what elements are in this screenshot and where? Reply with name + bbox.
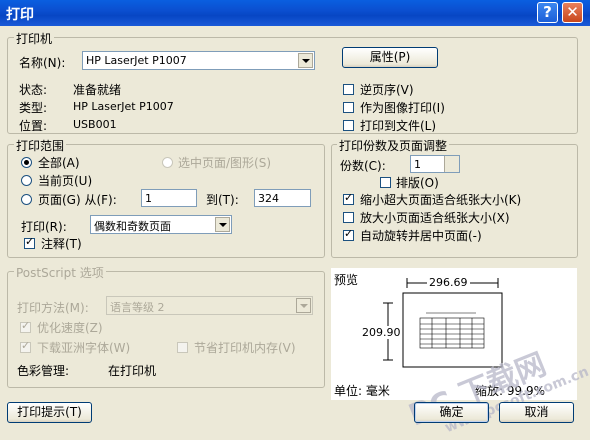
optimize-checkbox[interactable] <box>20 319 31 333</box>
print-method-select[interactable]: 语言等级 2 <box>106 296 313 315</box>
type-value: HP LaserJet P1007 <box>73 100 174 113</box>
chevron-down-icon <box>215 217 230 232</box>
properties-button[interactable]: 属性(P) <box>342 47 438 68</box>
print-method-label: 打印方法(M): <box>17 301 89 315</box>
spin-arrows-icon[interactable] <box>444 156 459 172</box>
collate-label: 排版(O) <box>396 176 439 190</box>
title-bar <box>0 0 590 26</box>
range-from-value: 1 <box>145 192 152 205</box>
print-tips-button[interactable]: 打印提示(T) <box>7 402 92 423</box>
printer-name-label: 名称(N): <box>19 56 66 70</box>
range-to-input[interactable]: 324 <box>254 189 311 207</box>
expand-label: 放大小页面适合纸张大小(X) <box>360 211 510 225</box>
location-value: USB001 <box>73 118 117 131</box>
print-as-image-label: 作为图像打印(I) <box>360 101 445 115</box>
status-label: 状态: <box>19 83 48 97</box>
download-fonts-label: 下载亚洲字体(W) <box>37 341 131 355</box>
reverse-order-label: 逆页序(V) <box>360 83 414 97</box>
cancel-button[interactable]: 取消 <box>499 402 574 423</box>
close-button[interactable]: ✕ <box>562 2 583 23</box>
printer-legend: 打印机 <box>14 30 55 47</box>
collate-checkbox[interactable] <box>380 177 391 188</box>
print-as-image-checkbox[interactable] <box>343 102 354 113</box>
page-outline <box>402 292 503 368</box>
copies-value: 1 <box>414 158 421 171</box>
copies-spinner[interactable]: 1 <box>410 155 460 173</box>
autorotate-checkbox[interactable] <box>343 227 354 241</box>
range-pages-radio[interactable] <box>21 194 32 205</box>
range-current-radio[interactable] <box>21 175 32 186</box>
shrink-label: 缩小超大页面适合纸张大小(K) <box>360 193 522 207</box>
range-selection-label: 选中页面/图形(S) <box>178 156 272 170</box>
range-to-label: 到(T): <box>206 193 239 207</box>
print-method-value: 语言等级 2 <box>110 301 165 314</box>
save-memory-checkbox[interactable] <box>177 342 188 353</box>
type-label: 类型: <box>19 101 48 115</box>
range-current-label: 当前页(U) <box>38 174 93 188</box>
range-from-input[interactable]: 1 <box>141 189 197 207</box>
reverse-order-checkbox[interactable] <box>343 84 354 95</box>
chevron-down-icon <box>296 298 311 313</box>
color-management-label: 色彩管理: <box>17 364 70 378</box>
color-management-value: 在打印机 <box>108 364 157 378</box>
preview-unit: 单位: 毫米 <box>334 384 390 398</box>
print-range-legend: 打印范围 <box>14 137 67 154</box>
window-title: 打印 <box>6 7 34 23</box>
comments-checkbox[interactable] <box>24 235 35 249</box>
save-memory-label: 节省打印机内存(V) <box>194 341 296 355</box>
preview-label: 预览 <box>334 273 359 287</box>
range-selection-radio[interactable] <box>162 157 173 168</box>
postscript-legend: PostScript 选项 <box>14 264 106 281</box>
range-pages-label: 页面(G) 从(F): <box>38 193 117 207</box>
copies-label: 份数(C): <box>340 159 386 173</box>
comments-label: 注释(T) <box>41 237 82 251</box>
print-to-file-label: 打印到文件(L) <box>360 119 437 133</box>
location-label: 位置: <box>19 119 48 133</box>
range-all-radio[interactable] <box>21 157 32 168</box>
preview-height: 209.90 <box>362 326 401 339</box>
print-subset-value: 偶数和奇数页面 <box>94 220 171 233</box>
chevron-down-icon <box>298 53 313 68</box>
printer-name-select[interactable]: HP LaserJet P1007 <box>82 51 315 70</box>
range-to-value: 324 <box>258 192 279 205</box>
preview-width: 296.69 <box>427 276 470 289</box>
autorotate-label: 自动旋转并居中页面(-) <box>360 229 482 243</box>
printer-name-value: HP LaserJet P1007 <box>86 54 187 67</box>
ok-button[interactable]: 确定 <box>414 402 489 423</box>
print-subset-label: 打印(R): <box>21 220 67 234</box>
shrink-checkbox[interactable] <box>343 191 354 205</box>
range-all-label: 全部(A) <box>38 156 80 170</box>
copies-legend: 打印份数及页面调整 <box>337 137 450 154</box>
optimize-label: 优化速度(Z) <box>37 321 103 335</box>
status-value: 准备就绪 <box>73 83 122 97</box>
print-subset-select[interactable]: 偶数和奇数页面 <box>90 215 232 234</box>
help-button[interactable]: ? <box>537 2 558 23</box>
expand-checkbox[interactable] <box>343 212 354 223</box>
download-fonts-checkbox[interactable] <box>20 339 31 353</box>
print-to-file-checkbox[interactable] <box>343 120 354 131</box>
